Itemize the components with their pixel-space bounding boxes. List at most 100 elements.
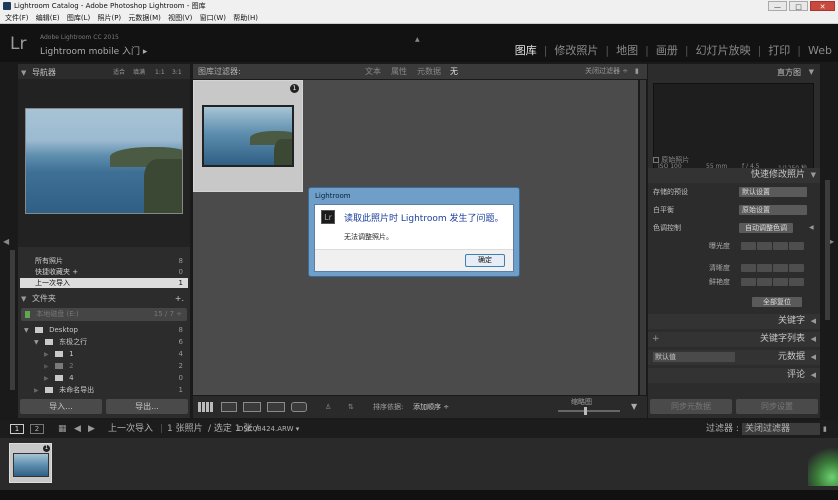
volume-name: 本地磁盘 (E:) bbox=[36, 310, 79, 318]
menu-library[interactable]: 图库(L) bbox=[67, 12, 90, 24]
auto-tone-button[interactable]: 自动调整色调 bbox=[739, 223, 793, 233]
sort-select[interactable]: 添加顺序 ÷ bbox=[413, 396, 449, 418]
keywording-header[interactable]: 关键字 ◀ bbox=[648, 314, 820, 329]
module-slideshow[interactable]: 幻灯片放映 bbox=[696, 44, 751, 57]
exposure-buttons[interactable] bbox=[741, 242, 805, 254]
catalog-previous-import[interactable]: 上一次导入 1 bbox=[20, 278, 188, 288]
survey-view-icon[interactable] bbox=[267, 402, 285, 412]
white-balance-select[interactable]: 原始设置 bbox=[739, 205, 807, 215]
original-photo-toggle[interactable]: 原始照片 bbox=[653, 155, 689, 165]
module-develop[interactable]: 修改照片 bbox=[554, 44, 598, 57]
compare-view-icon[interactable] bbox=[243, 402, 261, 412]
thumbnail-size-slider[interactable] bbox=[558, 407, 620, 415]
menu-help[interactable]: 帮助(H) bbox=[233, 12, 258, 24]
close-button[interactable]: ✕ bbox=[810, 1, 835, 11]
menu-file[interactable]: 文件(F) bbox=[5, 12, 29, 24]
filmstrip-filter-select[interactable]: 关闭过滤器 bbox=[742, 423, 820, 435]
loupe-view-icon[interactable] bbox=[221, 402, 237, 412]
photo-badge: 1 bbox=[43, 445, 50, 452]
menu-window[interactable]: 窗口(W) bbox=[200, 12, 226, 24]
module-print[interactable]: 打印 bbox=[768, 44, 790, 57]
page-1-button[interactable]: 1 bbox=[10, 424, 24, 434]
photo-grid-cell[interactable]: 1 bbox=[193, 80, 303, 192]
expand-triangle-icon: ▶ bbox=[44, 351, 49, 358]
filter-text[interactable]: 文本 bbox=[365, 64, 381, 79]
menu-photo[interactable]: 照片(P) bbox=[97, 12, 121, 24]
zoom-1-1[interactable]: 1:1 bbox=[155, 66, 165, 79]
menu-metadata[interactable]: 元数据(M) bbox=[128, 12, 161, 24]
filmstrip-bar: 1 2 ▦ ◀ ▶ 上一次导入 | 1 张照片 / 选定 1 张 / DSC08… bbox=[0, 420, 838, 438]
catalog-label: 所有照片 bbox=[35, 257, 63, 265]
filter-none[interactable]: 无 bbox=[450, 64, 458, 79]
menu-edit[interactable]: 编辑(E) bbox=[36, 12, 60, 24]
quick-develop-header[interactable]: 快速修改照片 ▼ bbox=[648, 168, 820, 183]
grid-icon[interactable]: ▦ bbox=[58, 420, 67, 438]
people-view-icon[interactable] bbox=[291, 402, 307, 412]
right-panel-scrollbar[interactable] bbox=[825, 180, 830, 320]
folder-row[interactable]: ▶ 2 2 bbox=[20, 361, 188, 372]
sync-metadata-button[interactable]: 同步元数据 bbox=[650, 399, 732, 414]
filter-attribute[interactable]: 属性 bbox=[391, 64, 407, 79]
catalog-quick-collection[interactable]: 快捷收藏夹 + 0 bbox=[20, 267, 188, 277]
folder-row[interactable]: ▶ 未命名导出 1 bbox=[20, 385, 188, 396]
back-arrow-icon[interactable]: ◀ bbox=[74, 420, 81, 438]
filmstrip-thumbnail[interactable]: 1 bbox=[9, 443, 52, 483]
reset-all-button[interactable]: 全部复位 bbox=[752, 297, 802, 307]
page-2-button[interactable]: 2 bbox=[30, 424, 44, 434]
expand-triangle-icon: ◀ bbox=[810, 317, 816, 325]
filter-metadata[interactable]: 元数据 bbox=[417, 64, 441, 79]
maximize-button[interactable]: □ bbox=[789, 1, 808, 11]
add-folder-icon[interactable]: +. bbox=[175, 292, 184, 305]
grid-scrollbar[interactable] bbox=[640, 80, 646, 395]
export-button[interactable]: 导出... bbox=[106, 399, 188, 414]
toolbar-menu-icon[interactable]: ▼ bbox=[631, 396, 637, 418]
folders-header[interactable]: ▼ 文件夹 +. bbox=[21, 292, 187, 305]
catalog-count: 0 bbox=[178, 268, 183, 276]
navigator-header[interactable]: ▼ 导航器 适合 填满 1:1 3:1 ÷ bbox=[21, 66, 187, 89]
filter-preset-select[interactable]: 关闭过滤器 ÷ bbox=[585, 64, 628, 79]
folder-row[interactable]: ▶ 4 0 bbox=[20, 373, 188, 384]
photo-thumbnail[interactable] bbox=[202, 105, 294, 167]
folder-row[interactable]: ▼ 东极之行 6 bbox=[20, 337, 188, 348]
left-panel-scrollbar[interactable] bbox=[10, 250, 15, 390]
import-button[interactable]: 导入... bbox=[20, 399, 102, 414]
painter-icon[interactable]: ♙ bbox=[325, 396, 331, 418]
sort-direction-icon[interactable]: ⇅ bbox=[348, 396, 354, 418]
filter-lock-icon[interactable]: ▮ bbox=[823, 420, 827, 438]
lightroom-mobile-link[interactable]: Lightroom mobile 入门 ▸ bbox=[40, 44, 147, 57]
vibrance-buttons[interactable] bbox=[741, 278, 805, 290]
left-panel-toggle-icon[interactable]: ◀ bbox=[3, 237, 9, 246]
filmstrip-source[interactable]: 上一次导入 bbox=[108, 420, 153, 438]
thumbnail-slider-handle[interactable] bbox=[584, 407, 587, 415]
menu-view[interactable]: 视图(V) bbox=[168, 12, 192, 24]
folder-row[interactable]: ▼ Desktop 8 bbox=[20, 325, 188, 336]
forward-arrow-icon[interactable]: ▶ bbox=[88, 420, 95, 438]
module-map[interactable]: 地图 bbox=[616, 44, 638, 57]
zoom-fit[interactable]: 适合 bbox=[113, 66, 125, 79]
grid-view-icon[interactable] bbox=[198, 402, 214, 412]
add-keyword-icon[interactable]: + bbox=[652, 332, 660, 347]
keyword-list-header[interactable]: + 关键字列表 ◀ bbox=[648, 332, 820, 347]
metadata-preset-select[interactable]: 默认值 bbox=[653, 352, 735, 362]
zoom-fill[interactable]: 填满 bbox=[133, 66, 145, 79]
histogram-header[interactable]: 直方图 ▼ bbox=[648, 66, 814, 79]
metadata-header[interactable]: 默认值 元数据 ◀ bbox=[648, 350, 820, 365]
comments-header[interactable]: 评论 ◀ bbox=[648, 368, 820, 383]
sync-settings-button[interactable]: 同步设置 bbox=[736, 399, 818, 414]
module-web[interactable]: Web bbox=[808, 44, 832, 57]
top-panel-toggle-icon[interactable]: ▲ bbox=[415, 36, 420, 43]
filter-lock-icon[interactable]: ▮ bbox=[635, 64, 639, 79]
module-book[interactable]: 画册 bbox=[656, 44, 678, 57]
folder-row[interactable]: ▶ 1 4 bbox=[20, 349, 188, 360]
catalog-all-photos[interactable]: 所有照片 8 bbox=[20, 256, 188, 266]
expand-triangle-icon: ◀ bbox=[810, 371, 816, 379]
navigator-preview-image[interactable] bbox=[25, 108, 183, 214]
module-library[interactable]: 图库 bbox=[515, 44, 537, 57]
ok-button[interactable]: 确定 bbox=[465, 254, 505, 267]
selected-filename[interactable]: DSC08424.ARW ▾ bbox=[238, 420, 299, 438]
checkbox-icon[interactable] bbox=[653, 157, 659, 163]
minimize-button[interactable]: — bbox=[768, 1, 787, 11]
saved-preset-select[interactable]: 默认设置 bbox=[739, 187, 807, 197]
volume-bar[interactable]: 本地磁盘 (E:) 15 / 7 ÷ bbox=[21, 308, 187, 321]
clarity-buttons[interactable] bbox=[741, 264, 805, 276]
